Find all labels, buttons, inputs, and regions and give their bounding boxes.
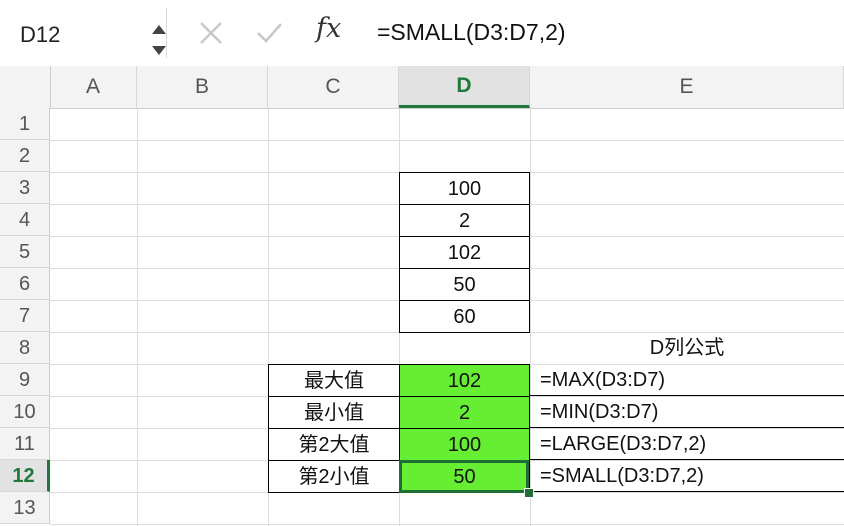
row-header-11[interactable]: 11 <box>0 428 50 460</box>
column-header-b[interactable]: B <box>137 66 268 108</box>
cell-d5[interactable]: 102 <box>399 236 530 269</box>
column-header-d[interactable]: D <box>399 66 530 108</box>
cell-c10[interactable]: 最小值 <box>268 396 400 429</box>
column-header-a[interactable]: A <box>50 66 137 108</box>
cell-d10[interactable]: 2 <box>399 396 530 429</box>
cancel-icon[interactable] <box>196 18 226 48</box>
cell-d7[interactable]: 60 <box>399 300 530 333</box>
cell-c9[interactable]: 最大值 <box>268 364 400 397</box>
name-box-stepper-icon[interactable] <box>149 20 169 60</box>
name-box[interactable]: D12 <box>6 8 167 58</box>
formula-bar: D12 fx =SMALL(D3:D7,2) <box>0 0 844 67</box>
formula-input[interactable]: =SMALL(D3:D7,2) <box>377 19 566 46</box>
cell-d12[interactable]: 50 <box>399 460 530 493</box>
confirm-check-icon[interactable] <box>254 18 284 48</box>
row-header-10[interactable]: 10 <box>0 396 50 428</box>
cell-d11[interactable]: 100 <box>399 428 530 461</box>
column-header-c[interactable]: C <box>268 66 399 108</box>
cell-c12[interactable]: 第2小值 <box>268 460 400 493</box>
column-header-e[interactable]: E <box>530 66 844 108</box>
cell-d4[interactable]: 2 <box>399 204 530 237</box>
name-box-value[interactable]: D12 <box>20 22 60 48</box>
cell-e12[interactable]: =SMALL(D3:D7,2) <box>530 460 844 492</box>
fill-handle[interactable] <box>524 488 534 498</box>
cell-e9[interactable]: =MAX(D3:D7) <box>530 364 844 396</box>
row-header-3[interactable]: 3 <box>0 172 50 204</box>
row-header-12[interactable]: 12 <box>0 460 50 492</box>
cell-d6[interactable]: 50 <box>399 268 530 301</box>
cell-e10[interactable]: =MIN(D3:D7) <box>530 396 844 428</box>
column-header-row: A B C D E <box>0 66 844 109</box>
cell-c11[interactable]: 第2大值 <box>268 428 400 461</box>
row-header-7[interactable]: 7 <box>0 300 50 332</box>
row-header-2[interactable]: 2 <box>0 140 50 172</box>
row-header-1[interactable]: 1 <box>0 108 50 140</box>
row-header-9[interactable]: 9 <box>0 364 50 396</box>
fx-icon[interactable]: fx <box>316 13 341 44</box>
select-all-corner[interactable] <box>0 66 51 108</box>
row-header-4[interactable]: 4 <box>0 204 50 236</box>
row-header-8[interactable]: 8 <box>0 332 50 364</box>
cell-d9[interactable]: 102 <box>399 364 530 397</box>
cell-e11[interactable]: =LARGE(D3:D7,2) <box>530 428 844 460</box>
cell-e8[interactable]: D列公式 <box>530 332 844 364</box>
row-header-5[interactable]: 5 <box>0 236 50 268</box>
cell-d3[interactable]: 100 <box>399 172 530 205</box>
row-header-13[interactable]: 13 <box>0 492 50 524</box>
row-header-6[interactable]: 6 <box>0 268 50 300</box>
